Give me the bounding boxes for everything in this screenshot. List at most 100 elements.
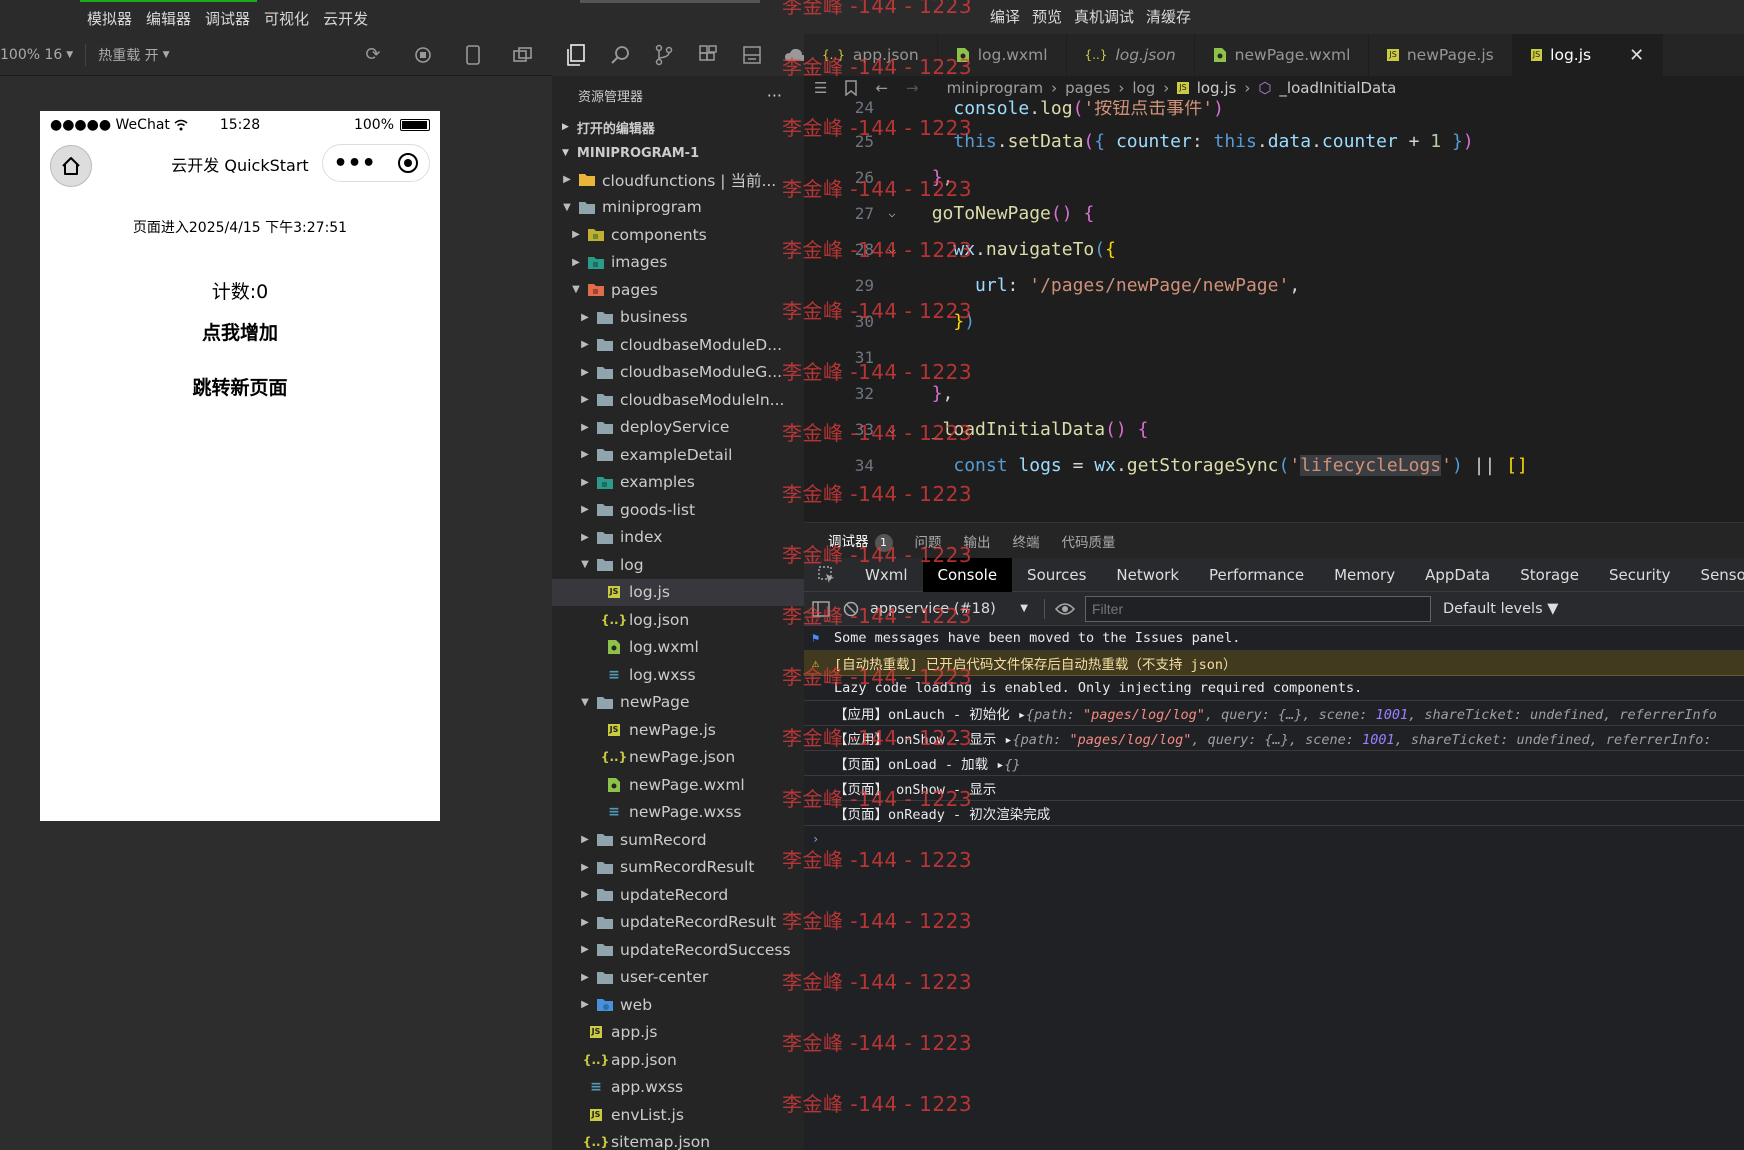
devtools-tab[interactable]: Storage: [1505, 558, 1594, 592]
increment-button[interactable]: 点我增加: [202, 318, 278, 345]
file-item[interactable]: JS app.js: [552, 1019, 804, 1047]
refresh-icon[interactable]: ⟳: [360, 42, 386, 68]
open-editors-section[interactable]: ▶ 打开的编辑器: [552, 114, 804, 140]
console-prompt[interactable]: ›: [804, 826, 1744, 851]
folder-item[interactable]: ▶ updateRecordSuccess: [552, 936, 804, 964]
file-item[interactable]: ≡ newPage.wxss: [552, 799, 804, 827]
folder-item[interactable]: ▶ user-center: [552, 964, 804, 992]
file-item[interactable]: ≡ log.wxss: [552, 661, 804, 689]
breadcrumb-item[interactable]: _loadInitialData: [1279, 79, 1396, 97]
folder-item[interactable]: ▶ images: [552, 249, 804, 277]
files-icon[interactable]: [564, 43, 588, 67]
editor-tab[interactable]: {..} log.json: [1067, 34, 1195, 76]
editor-tab[interactable]: JS log.js ✕: [1512, 34, 1664, 76]
editor-tab[interactable]: log.wxml: [938, 34, 1067, 76]
close-capsule-icon[interactable]: [397, 152, 419, 174]
editor-tab[interactable]: JS newPage.js: [1369, 34, 1513, 76]
hot-reload-select[interactable]: 热重载 开 ▼: [98, 45, 169, 65]
folder-item[interactable]: ▼ log: [552, 551, 804, 579]
breadcrumb-item[interactable]: miniprogram: [947, 79, 1043, 97]
file-item[interactable]: {..} sitemap.json: [552, 1129, 804, 1150]
fold-chevron-icon[interactable]: ⌵: [874, 206, 910, 220]
devtools-tab[interactable]: Sensor: [1686, 558, 1744, 592]
folder-item[interactable]: ▶ index: [552, 524, 804, 552]
file-item[interactable]: {..} app.json: [552, 1046, 804, 1074]
inspect-icon[interactable]: [804, 558, 850, 592]
eye-icon[interactable]: [1055, 602, 1075, 616]
menu-item[interactable]: 调试器: [198, 0, 258, 36]
file-item[interactable]: JS envList.js: [552, 1101, 804, 1129]
toolbar-action[interactable]: 真机调试: [1068, 0, 1140, 34]
folder-item[interactable]: ▼ miniprogram: [552, 194, 804, 222]
file-item[interactable]: {..} newPage.json: [552, 744, 804, 772]
folder-item[interactable]: ▶ examples: [552, 469, 804, 497]
menu-item[interactable]: 模拟器: [80, 0, 140, 36]
more-dots-icon[interactable]: •••: [333, 151, 375, 176]
fold-chevron-icon[interactable]: ⌵: [874, 422, 910, 436]
forward-arrow-icon[interactable]: →: [906, 79, 919, 97]
file-item[interactable]: JS newPage.js: [552, 716, 804, 744]
editor-tab[interactable]: newPage.wxml: [1195, 34, 1370, 76]
folder-item[interactable]: ▶ goods-list: [552, 496, 804, 524]
devtools-tab[interactable]: Memory: [1319, 558, 1410, 592]
breadcrumb-item[interactable]: log.js: [1197, 79, 1237, 97]
devtools-tab[interactable]: Sources: [1012, 558, 1101, 592]
menu-item[interactable]: 云开发: [316, 0, 375, 36]
toolbar-action[interactable]: 编译: [984, 0, 1026, 34]
folder-item[interactable]: ▶ cloudbaseModuleG...: [552, 359, 804, 387]
breadcrumb-item[interactable]: log: [1132, 79, 1155, 97]
bookmark-icon[interactable]: [845, 79, 858, 97]
folder-item[interactable]: ▶ web: [552, 991, 804, 1019]
navigate-new-page-button[interactable]: 跳转新页面: [192, 373, 287, 400]
search-icon[interactable]: [608, 43, 632, 67]
folder-item[interactable]: ▶ sumRecordResult: [552, 854, 804, 882]
context-select[interactable]: appservice (#18) ▼: [864, 601, 1034, 617]
devtools-tab[interactable]: Wxml: [850, 558, 923, 592]
toolbar-action[interactable]: 预览: [1026, 0, 1068, 34]
tab-output[interactable]: 输出: [964, 531, 991, 551]
file-item[interactable]: log.wxml: [552, 634, 804, 662]
folder-item[interactable]: ▶ updateRecord: [552, 881, 804, 909]
project-section[interactable]: ▼ MINIPROGRAM-1: [552, 140, 804, 166]
stop-icon[interactable]: [410, 42, 436, 68]
more-actions-icon[interactable]: ···: [767, 86, 782, 105]
devtools-tab[interactable]: Network: [1101, 558, 1194, 592]
folder-item[interactable]: ▶ cloudfunctions | 当前...: [552, 166, 804, 194]
menu-item[interactable]: 可视化: [257, 0, 316, 36]
tab-debugger[interactable]: 调试器 1: [828, 530, 893, 552]
zoom-select[interactable]: 100% 16 ▼: [0, 47, 73, 63]
tab-terminal[interactable]: 终端: [1013, 531, 1040, 551]
extensions-icon[interactable]: [696, 43, 720, 67]
breadcrumb-item[interactable]: pages: [1065, 79, 1110, 97]
file-item[interactable]: JS log.js: [552, 578, 804, 606]
close-icon[interactable]: ✕: [1629, 45, 1644, 66]
phone-device-icon[interactable]: [460, 42, 486, 68]
folder-item[interactable]: ▶ deployService: [552, 414, 804, 442]
devtools-tab[interactable]: Security: [1594, 558, 1686, 592]
panel-icon[interactable]: [740, 43, 764, 67]
folder-item[interactable]: ▶ exampleDetail: [552, 441, 804, 469]
editor-tab[interactable]: {..} app.json: [804, 34, 938, 76]
sidebar-toggle-icon[interactable]: [804, 600, 838, 617]
tab-issues[interactable]: 问题: [915, 531, 942, 551]
menu-item[interactable]: 编辑器: [139, 0, 199, 36]
folder-item[interactable]: ▶ business: [552, 304, 804, 332]
folder-item[interactable]: ▼ newPage: [552, 689, 804, 717]
devtools-tab[interactable]: Performance: [1194, 558, 1319, 592]
file-item[interactable]: newPage.wxml: [552, 771, 804, 799]
folder-item[interactable]: ▶ components: [552, 221, 804, 249]
folder-item[interactable]: ▼ pages: [552, 276, 804, 304]
devtools-tab[interactable]: Console: [922, 557, 1013, 592]
file-item[interactable]: {..} log.json: [552, 606, 804, 634]
window-icon[interactable]: [510, 42, 536, 68]
folder-item[interactable]: ▶ sumRecord: [552, 826, 804, 854]
tab-code-quality[interactable]: 代码质量: [1062, 531, 1116, 551]
folder-item[interactable]: ▶ cloudbaseModuleD...: [552, 331, 804, 359]
fold-chevron-icon[interactable]: ⌵: [874, 242, 910, 256]
toolbar-action[interactable]: 清缓存: [1140, 0, 1197, 34]
clear-console-icon[interactable]: [838, 601, 864, 617]
log-levels-select[interactable]: Default levels ▼: [1443, 601, 1558, 617]
devtools-tab[interactable]: AppData: [1410, 558, 1505, 592]
console-filter-input[interactable]: [1085, 595, 1431, 622]
list-icon[interactable]: ☰: [814, 79, 827, 97]
